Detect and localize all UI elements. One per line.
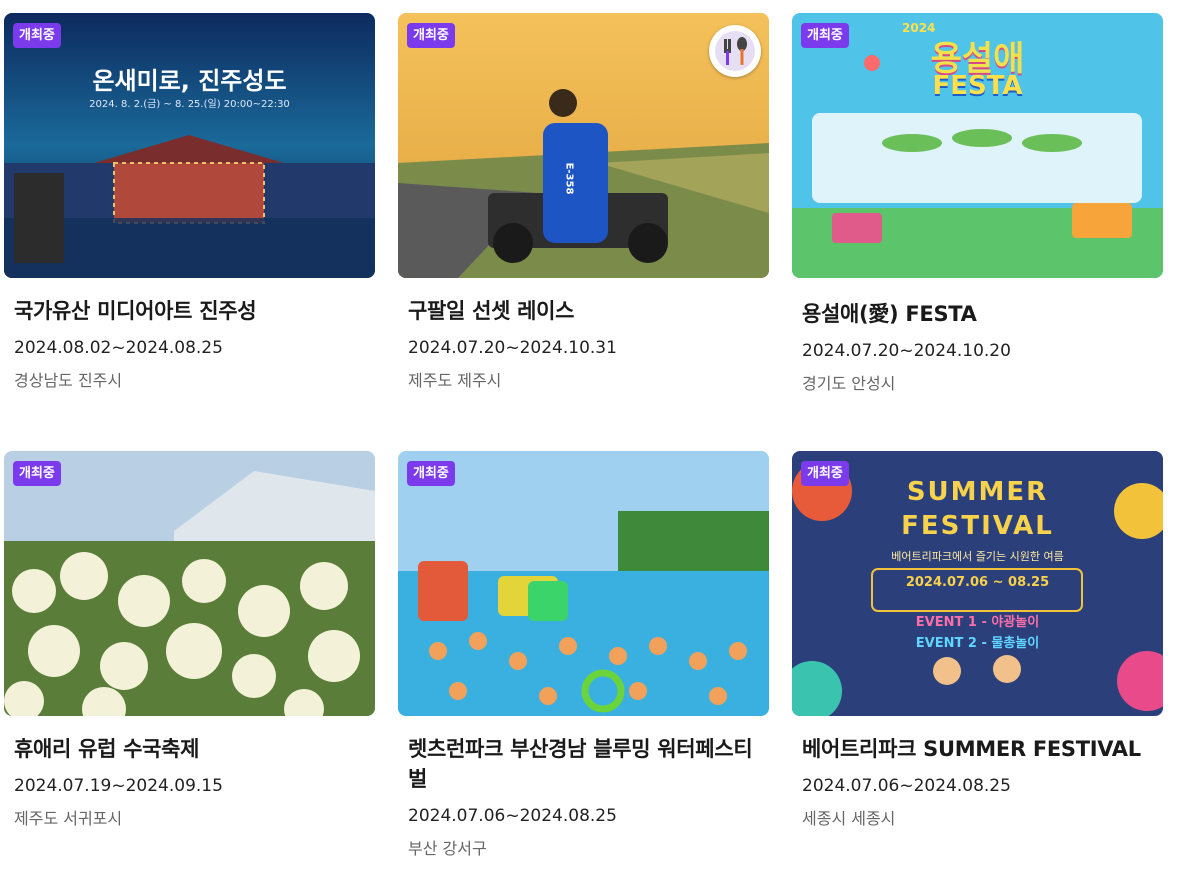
card-date: 2024.07.06~2024.08.25	[408, 806, 617, 826]
card-location: 제주도 서귀포시	[14, 809, 123, 828]
card-date: 2024.08.02~2024.08.25	[14, 338, 223, 358]
festival-card[interactable]: 온새미로, 진주성도 2024. 8. 2.(금) ~ 8. 25.(일) 20…	[4, 13, 375, 392]
status-badge: 개최중	[13, 23, 61, 48]
festival-card[interactable]: E-358 개최중 구팔일 선셋 레이스 2024.07.20~2024.10.…	[398, 13, 769, 392]
festival-grid: 온새미로, 진주성도 2024. 8. 2.(금) ~ 8. 25.(일) 20…	[0, 0, 1177, 872]
status-badge: 개최중	[801, 23, 849, 48]
festival-card[interactable]: 개최중 렛츠런파크 부산경남 블루밍 워터페스티벌 2024.07.06~202…	[398, 451, 769, 860]
card-location: 세종시 세종시	[802, 809, 896, 828]
poster-line2: FESTIVAL	[901, 511, 1054, 541]
status-badge: 개최중	[13, 461, 61, 486]
card-location: 경상남도 진주시	[14, 371, 123, 390]
poster-subtitle: 2024. 8. 2.(금) ~ 8. 25.(일) 20:00~22:30	[89, 99, 290, 110]
status-badge: 개최중	[407, 23, 455, 48]
card-date: 2024.07.19~2024.09.15	[14, 776, 223, 796]
card-title[interactable]: 구팔일 선셋 레이스	[408, 296, 758, 326]
poster-dates: 2024.07.06 ~ 08.25	[905, 575, 1050, 590]
poster-event1: EVENT 1 - 야광놀이	[915, 615, 1040, 630]
festival-thumbnail[interactable]: SUMMER FESTIVAL 베어트리파크에서 즐기는 시원한 여름 2024…	[792, 451, 1163, 716]
status-badge: 개최중	[407, 461, 455, 486]
card-title[interactable]: 용설애(愛) FESTA	[802, 299, 1152, 329]
status-badge: 개최중	[801, 461, 849, 486]
card-date: 2024.07.20~2024.10.20	[802, 341, 1011, 361]
festival-thumbnail[interactable]: 개최중	[4, 451, 375, 716]
poster-festa: FESTA	[932, 71, 1023, 101]
festival-thumbnail[interactable]: 2024 용설애 FESTA 개최중	[792, 13, 1163, 278]
festival-card[interactable]: SUMMER FESTIVAL 베어트리파크에서 즐기는 시원한 여름 2024…	[792, 451, 1163, 830]
card-title[interactable]: 베어트리파크 SUMMER FESTIVAL	[802, 734, 1152, 764]
card-location: 경기도 안성시	[802, 374, 896, 393]
festival-thumbnail[interactable]: 개최중	[398, 451, 769, 716]
card-title[interactable]: 렛츠런파크 부산경남 블루밍 워터페스티벌	[408, 734, 758, 794]
card-date: 2024.07.20~2024.10.31	[408, 338, 617, 358]
card-title[interactable]: 휴애리 유럽 수국축제	[14, 734, 364, 764]
card-title[interactable]: 국가유산 미디어아트 진주성	[14, 296, 364, 326]
card-date: 2024.07.06~2024.08.25	[802, 776, 1011, 796]
festival-thumbnail[interactable]: E-358 개최중	[398, 13, 769, 278]
fork-spoon-icon	[709, 25, 761, 77]
festival-thumbnail[interactable]: 온새미로, 진주성도 2024. 8. 2.(금) ~ 8. 25.(일) 20…	[4, 13, 375, 278]
card-location: 제주도 제주시	[408, 371, 502, 390]
kart-label: E-358	[563, 162, 575, 195]
poster-subtitle: 베어트리파크에서 즐기는 시원한 여름	[891, 550, 1064, 563]
photo-image	[4, 451, 375, 716]
poster-event2: EVENT 2 - 물총놀이	[915, 636, 1040, 651]
photo-image	[398, 451, 769, 716]
poster-title: 온새미로, 진주성도	[92, 67, 287, 95]
poster-image	[4, 13, 375, 278]
festival-card[interactable]: 개최중 휴애리 유럽 수국축제 2024.07.19~2024.09.15 제주…	[4, 451, 375, 830]
card-location: 부산 강서구	[408, 839, 487, 858]
festival-card[interactable]: 2024 용설애 FESTA 개최중 용설애(愛) FESTA 2024.07.…	[792, 13, 1163, 395]
